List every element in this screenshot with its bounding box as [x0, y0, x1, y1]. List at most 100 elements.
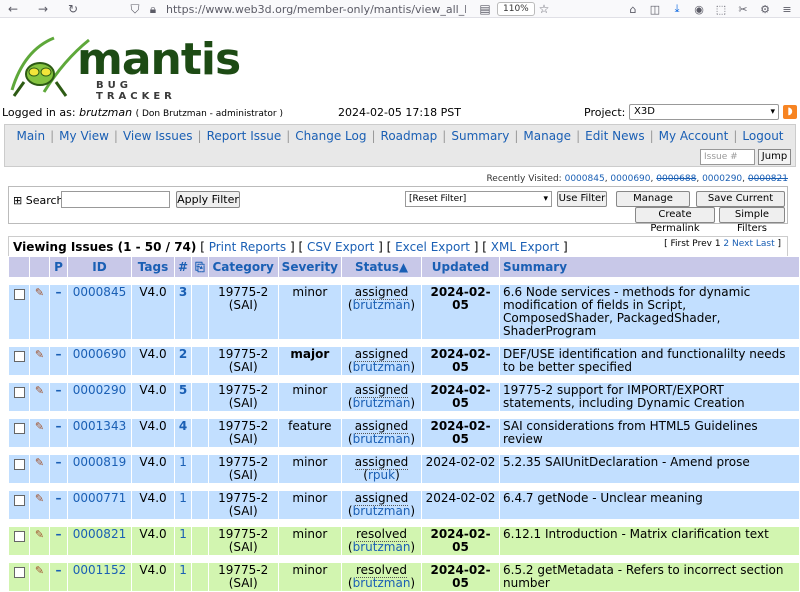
address-bar[interactable]: ⛉ 🔒︎ https://www.web3d.org/member-only/m… — [126, 0, 494, 18]
handler-link[interactable]: brutzman — [353, 298, 411, 312]
download-icon[interactable]: ⤓ — [668, 0, 686, 18]
id-column-header[interactable]: ID — [67, 256, 132, 278]
updated-column-header[interactable]: Updated — [421, 256, 501, 278]
row-checkbox[interactable] — [13, 531, 25, 542]
notes-count-link[interactable]: 4 — [179, 419, 187, 433]
pencil-icon[interactable]: ✎ — [35, 348, 44, 361]
menu-item-my-view[interactable]: My View — [59, 129, 109, 143]
save-current-filter-button[interactable]: Save Current Filter — [696, 191, 785, 218]
saved-filter-select[interactable]: [Reset Filter] ▾ — [405, 191, 552, 207]
pocket-icon[interactable]: ◫ — [646, 0, 664, 18]
pencil-icon[interactable]: ✎ — [35, 564, 44, 577]
menu-item-manage[interactable]: Manage — [523, 129, 571, 143]
row-checkbox[interactable] — [13, 567, 25, 578]
xml-export-link[interactable]: XML Export — [491, 240, 559, 254]
recent-issue-link[interactable]: 0000690 — [610, 174, 650, 184]
issue-number-input[interactable]: Issue # — [700, 149, 755, 165]
menu-item-main[interactable]: Main — [16, 129, 45, 143]
forward-icon[interactable]: → — [34, 0, 52, 18]
search-toggle[interactable]: ⊞ Search — [13, 194, 64, 207]
menu-item-my-account[interactable]: My Account — [659, 129, 729, 143]
menu-item-roadmap[interactable]: Roadmap — [381, 129, 438, 143]
menu-icon[interactable]: ≡ — [778, 0, 796, 18]
bookmark-star-icon[interactable]: ☆ — [535, 0, 553, 18]
pager-next[interactable]: Next — [732, 239, 753, 249]
pencil-icon[interactable]: ✎ — [35, 528, 44, 541]
recent-issue-link[interactable]: 0000821 — [748, 174, 788, 184]
row-checkbox[interactable] — [13, 495, 25, 506]
zoom-level[interactable]: 110% — [497, 2, 535, 16]
summary-column-header[interactable]: Summary — [499, 256, 800, 278]
notes-count-link[interactable]: 1 — [179, 563, 187, 577]
reload-icon[interactable]: ↻ — [64, 0, 82, 18]
recent-issue-link[interactable]: 0000688 — [656, 174, 696, 184]
handler-link[interactable]: brutzman — [353, 504, 411, 518]
row-checkbox[interactable] — [13, 289, 25, 300]
issue-id-link[interactable]: 0000845 — [73, 285, 126, 299]
reader-icon[interactable]: ▤ — [476, 0, 494, 18]
create-permalink-button[interactable]: Create Permalink — [635, 207, 715, 234]
severity-column-header[interactable]: Severity — [277, 256, 343, 278]
rss-icon[interactable]: ◗ — [783, 105, 797, 119]
notes-count-link[interactable]: 5 — [179, 383, 187, 397]
apply-filter-button[interactable]: Apply Filter — [176, 191, 240, 208]
row-checkbox[interactable] — [13, 459, 25, 470]
issue-id-link[interactable]: 0000819 — [73, 455, 126, 469]
menu-item-view-issues[interactable]: View Issues — [123, 129, 193, 143]
project-select[interactable]: X3D ▾ — [629, 104, 779, 120]
handler-link[interactable]: rpuk — [368, 468, 395, 482]
notes-count-link[interactable]: 3 — [179, 285, 187, 299]
home-icon[interactable]: ⌂ — [624, 0, 642, 18]
issue-id-link[interactable]: 0001152 — [73, 563, 126, 577]
pencil-icon[interactable]: ✎ — [35, 384, 44, 397]
manage-filters-button[interactable]: Manage Filters — [616, 191, 690, 218]
notes-count-link[interactable]: 1 — [179, 491, 187, 505]
notes-count-link[interactable]: 2 — [179, 347, 187, 361]
pager-page-2[interactable]: 2 — [723, 239, 729, 249]
print-reports-link[interactable]: Print Reports — [209, 240, 286, 254]
row-checkbox[interactable] — [13, 387, 25, 398]
account-icon[interactable]: ◉ — [690, 0, 708, 18]
menu-item-summary[interactable]: Summary — [451, 129, 509, 143]
notes-count-column-header[interactable]: # — [173, 256, 193, 278]
menu-item-edit-news[interactable]: Edit News — [585, 129, 644, 143]
excel-export-link[interactable]: Excel Export — [395, 240, 470, 254]
recent-issue-link[interactable]: 0000290 — [702, 174, 742, 184]
priority-column-header[interactable]: P — [49, 256, 68, 278]
notes-count-link[interactable]: 1 — [179, 455, 187, 469]
handler-link[interactable]: brutzman — [353, 360, 411, 374]
handler-link[interactable]: brutzman — [353, 432, 411, 446]
category-column-header[interactable]: Category — [207, 256, 279, 278]
handler-link[interactable]: brutzman — [353, 540, 411, 554]
menu-item-logout[interactable]: Logout — [742, 129, 783, 143]
pencil-icon[interactable]: ✎ — [35, 456, 44, 469]
pencil-icon[interactable]: ✎ — [35, 492, 44, 505]
pager-last[interactable]: Last — [756, 239, 775, 249]
simple-filters-button[interactable]: Simple Filters — [719, 207, 785, 234]
extension2-icon[interactable]: ✂ — [734, 0, 752, 18]
csv-export-link[interactable]: CSV Export — [307, 240, 374, 254]
issue-id-link[interactable]: 0000771 — [73, 491, 126, 505]
back-icon[interactable]: ← — [4, 0, 22, 18]
extension-icon[interactable]: ⬚ — [712, 0, 730, 18]
pencil-icon[interactable]: ✎ — [35, 286, 44, 299]
handler-link[interactable]: brutzman — [353, 576, 411, 590]
pencil-icon[interactable]: ✎ — [35, 420, 44, 433]
issue-id-link[interactable]: 0000290 — [73, 383, 126, 397]
mantis-logo[interactable]: mantis BUG TRACKER — [4, 30, 241, 102]
row-checkbox[interactable] — [13, 351, 25, 362]
notes-count-link[interactable]: 1 — [179, 527, 187, 541]
url-text[interactable]: https://www.web3d.org/member-only/mantis… — [166, 3, 466, 16]
issue-id-link[interactable]: 0001343 — [73, 419, 126, 433]
search-input[interactable] — [61, 191, 170, 208]
issue-id-link[interactable]: 0000821 — [73, 527, 126, 541]
jump-button[interactable]: Jump — [758, 149, 791, 165]
shield-icon[interactable]: ⛉ — [126, 0, 144, 18]
handler-link[interactable]: brutzman — [353, 396, 411, 410]
menu-item-change-log[interactable]: Change Log — [295, 129, 366, 143]
settings-icon[interactable]: ⚙ — [756, 0, 774, 18]
menu-item-report-issue[interactable]: Report Issue — [207, 129, 282, 143]
row-checkbox[interactable] — [13, 423, 25, 434]
recent-issue-link[interactable]: 0000845 — [565, 174, 605, 184]
issue-id-link[interactable]: 0000690 — [73, 347, 126, 361]
